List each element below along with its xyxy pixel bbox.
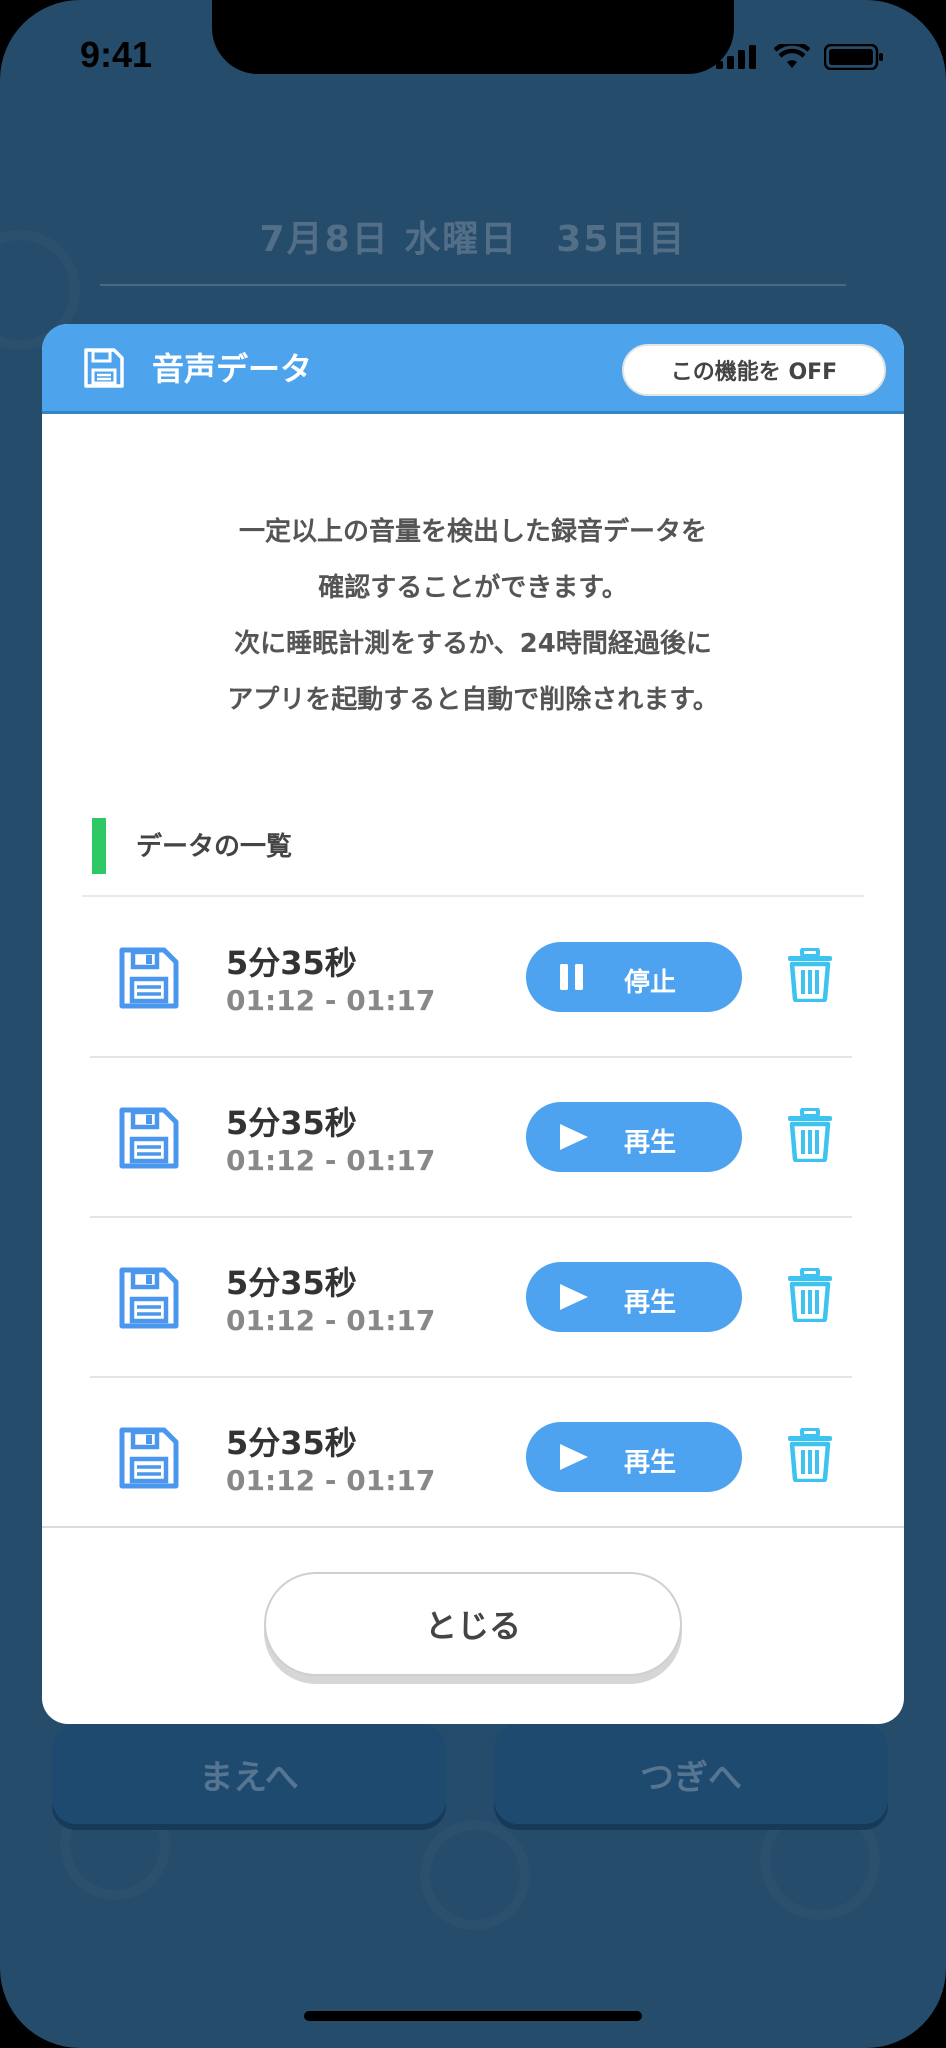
floppy-disk-icon: [119, 947, 179, 1009]
next-button[interactable]: つぎへ: [494, 1724, 888, 1824]
play-button[interactable]: 再生: [526, 1102, 742, 1172]
play-button-label: 再生: [624, 1288, 677, 1318]
device-screen: 9:41 7月8日 水曜日 35日目 まえへ つぎへ 音声データ この機能を O…: [0, 0, 946, 2048]
play-icon: [560, 1444, 588, 1470]
audio-data-modal: 音声データ この機能を OFF 一定以上の音量を検出した録音データを 確認するこ…: [42, 324, 904, 1724]
battery-icon: [824, 44, 883, 70]
description-line: アプリを起動すると自動で削除されます。: [227, 685, 719, 715]
play-button[interactable]: 再生: [526, 1422, 742, 1492]
recording-duration: 5分35秒: [226, 1264, 357, 1302]
divider: [42, 1526, 904, 1528]
trash-icon[interactable]: [786, 1108, 834, 1162]
recording-time-range: 01:12 - 01:17: [226, 1304, 436, 1337]
divider: [100, 284, 846, 286]
trash-icon[interactable]: [786, 1428, 834, 1482]
recording-time-range: 01:12 - 01:17: [226, 1464, 436, 1497]
play-icon: [560, 1284, 588, 1310]
stop-button[interactable]: 停止: [526, 942, 742, 1012]
date-title: 7月8日 水曜日 35日目: [259, 219, 687, 260]
recording-duration: 5分35秒: [226, 1424, 357, 1462]
recording-duration: 5分35秒: [226, 944, 357, 982]
floppy-disk-icon: [84, 348, 124, 388]
description-line: 次に睡眠計測をするか、24時間経過後に: [234, 629, 712, 659]
close-button[interactable]: とじる: [264, 1572, 682, 1676]
play-icon: [560, 1124, 588, 1150]
recording-row: 5分35秒 01:12 - 01:17 停止: [42, 898, 904, 1058]
recording-row: 5分35秒 01:12 - 01:17 再生: [42, 1378, 904, 1538]
recording-row: 5分35秒 01:12 - 01:17 再生: [42, 1218, 904, 1378]
recording-time-range: 01:12 - 01:17: [226, 1144, 436, 1177]
status-icons: [716, 44, 884, 70]
divider: [82, 895, 864, 897]
stop-button-label: 停止: [624, 968, 677, 998]
recording-duration: 5分35秒: [226, 1104, 357, 1142]
play-button-label: 再生: [624, 1128, 677, 1158]
status-time: 9:41: [80, 34, 153, 75]
prev-button[interactable]: まえへ: [52, 1724, 446, 1824]
description-line: 一定以上の音量を検出した録音データを: [238, 517, 707, 547]
floppy-disk-icon: [119, 1267, 179, 1329]
play-button[interactable]: 再生: [526, 1262, 742, 1332]
play-button-label: 再生: [624, 1448, 677, 1478]
pause-icon: [560, 964, 583, 990]
modal-header: 音声データ この機能を OFF: [42, 324, 904, 414]
floppy-disk-icon: [119, 1107, 179, 1169]
trash-icon[interactable]: [786, 1268, 834, 1322]
description-line: 確認することができます。: [318, 573, 628, 603]
device-notch: [212, 0, 734, 74]
section-accent-bar: [92, 818, 106, 874]
description: 一定以上の音量を検出した録音データを 確認することができます。 次に睡眠計測をす…: [42, 504, 904, 728]
modal-title: 音声データ: [152, 350, 313, 388]
background-pattern: [420, 1820, 530, 1930]
recording-row: 5分35秒 01:12 - 01:17 再生: [42, 1058, 904, 1218]
section-title: データの一覧: [136, 832, 293, 862]
wifi-icon: [774, 44, 810, 68]
trash-icon[interactable]: [786, 948, 834, 1002]
recording-time-range: 01:12 - 01:17: [226, 984, 436, 1017]
home-indicator: [304, 2011, 642, 2021]
floppy-disk-icon: [119, 1427, 179, 1489]
signal-icon: [716, 45, 756, 69]
disable-feature-button[interactable]: この機能を OFF: [622, 344, 886, 396]
